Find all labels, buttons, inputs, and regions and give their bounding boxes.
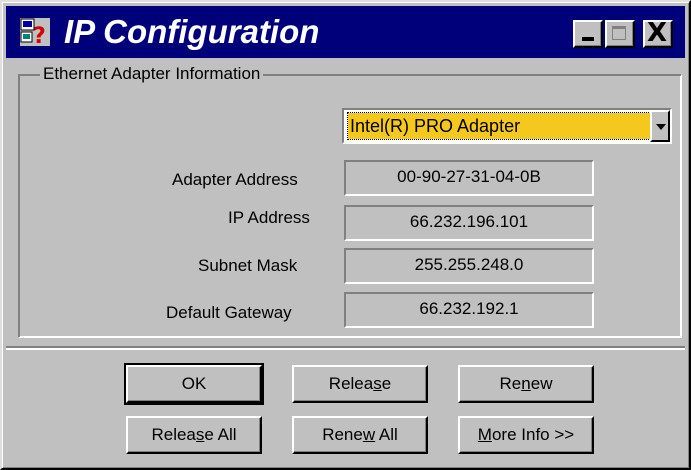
close-icon: X — [647, 18, 668, 48]
renew-accel: n — [521, 374, 531, 393]
subnet-mask-value: 255.255.248.0 — [344, 248, 594, 284]
adapter-select-value[interactable]: Intel(R) PRO Adapter — [347, 112, 655, 140]
close-button[interactable]: X — [643, 18, 673, 48]
minimize-button[interactable] — [573, 20, 603, 48]
adapter-select[interactable]: Intel(R) PRO Adapter — [342, 108, 672, 144]
renew-label-post: ew — [530, 374, 553, 393]
more-info-button[interactable]: More Info >> — [458, 416, 594, 454]
renew-button[interactable]: Renew — [458, 365, 594, 403]
release-all-label-pre: Relea — [151, 425, 196, 444]
maximize-button[interactable] — [605, 20, 635, 48]
renew-all-button[interactable]: Renew All — [292, 416, 428, 454]
release-accel: s — [373, 374, 382, 393]
release-all-button[interactable]: Release All — [126, 416, 262, 454]
ip-address-value: 66.232.196.101 — [344, 205, 594, 241]
more-info-label-post: ore Info >> — [491, 425, 575, 444]
default-gateway-label: Default Gateway — [166, 303, 292, 322]
renew-all-accel: w — [362, 425, 376, 444]
release-button[interactable]: Release — [292, 365, 428, 403]
release-label-pre: Relea — [328, 374, 374, 393]
network-help-icon[interactable]: ? — [20, 18, 50, 49]
dropdown-button[interactable] — [650, 110, 670, 142]
renew-all-label-post: All — [375, 425, 398, 444]
title-bar[interactable]: ? IP Configuration X — [6, 6, 685, 58]
window-title: IP Configuration — [64, 13, 320, 50]
renew-all-label-pre: Rene — [322, 425, 363, 444]
maximize-icon — [612, 26, 626, 40]
svg-text:?: ? — [33, 24, 46, 46]
more-info-accel: M — [477, 425, 492, 444]
release-label-post: e — [381, 374, 392, 393]
ok-button[interactable]: OK — [124, 363, 264, 405]
divider — [6, 346, 685, 350]
minimize-icon — [582, 37, 594, 41]
renew-label-pre: Re — [499, 374, 522, 393]
chevron-down-icon — [656, 124, 666, 130]
subnet-mask-label: Subnet Mask — [198, 256, 298, 275]
ip-configuration-window: ? IP Configuration X Ethernet Adapter In… — [0, 0, 691, 470]
ip-address-label: IP Address — [228, 208, 310, 227]
default-gateway-value: 66.232.192.1 — [344, 292, 594, 328]
release-all-label-post: e All — [204, 425, 237, 444]
adapter-address-value: 00-90-27-31-04-0B — [344, 160, 594, 196]
adapter-address-label: Adapter Address — [172, 170, 298, 189]
group-label: Ethernet Adapter Information — [40, 63, 264, 85]
